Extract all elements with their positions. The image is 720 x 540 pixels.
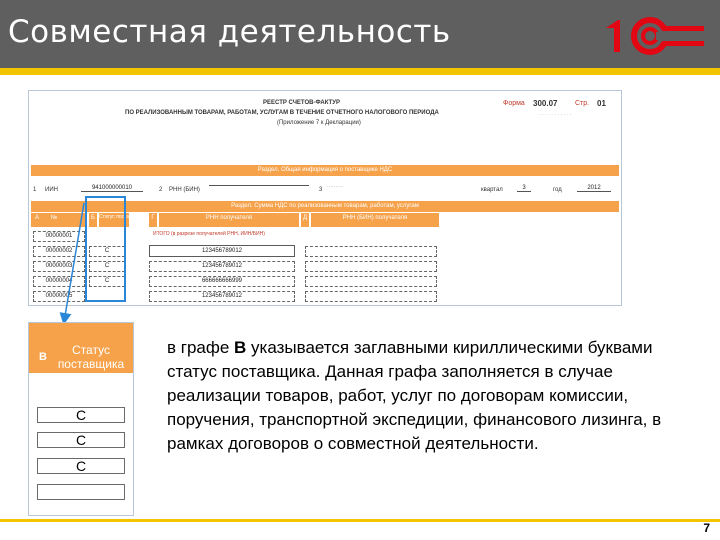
form-title-line3: (Приложение 7 к Декларации): [277, 120, 361, 126]
highlight-frame: [85, 196, 126, 302]
row1-year: 2012: [577, 185, 611, 192]
form-note: · · · · · · · · · · ·: [539, 112, 572, 118]
page-value: 01: [597, 99, 606, 108]
row1-hint: ··········: [327, 184, 344, 190]
col-g-label: РНН получателя: [159, 213, 299, 227]
zoom-cell-2: С: [37, 432, 125, 448]
row-num-5: 00000005: [45, 293, 73, 299]
row1-inn-label: ИИН: [45, 187, 58, 193]
description-prefix: в графе: [167, 338, 235, 357]
row-d-box-3: [305, 261, 437, 272]
row-rnn-2: 123456789012: [201, 248, 243, 254]
row-num-3: 00000003: [45, 263, 73, 269]
zoom-cell-1: С: [37, 407, 125, 423]
description-column-letter: В: [234, 338, 247, 357]
form-label: Форма: [503, 100, 525, 107]
row1-reg-value: [209, 185, 309, 186]
form-title-line2: ПО РЕАЛИЗОВАННЫМ ТОВАРАМ, РАБОТАМ, УСЛУГ…: [125, 110, 439, 116]
row-num-1: 00000001: [45, 233, 73, 239]
col-d-letter: Д: [301, 213, 309, 227]
accent-bar: [0, 68, 720, 75]
section-general-header: Раздел. Общая информация о поставщике НД…: [31, 165, 619, 176]
zoom-column-letter: В: [39, 351, 47, 363]
col-d-label: РНН (БИН) получателя: [311, 213, 439, 227]
zoom-cell-3: С: [37, 458, 125, 474]
row1-num1: 1: [33, 187, 37, 193]
row-rnn-5: 123456789012: [201, 293, 243, 299]
page-number: 7: [703, 521, 710, 535]
col-a-label: №: [50, 215, 58, 221]
row1-num3: 3: [319, 187, 323, 193]
zoom-column-title: Статус поставщика: [57, 343, 125, 371]
row-num-4: 00000004: [45, 278, 73, 284]
row-num-2: 00000002: [45, 248, 73, 254]
row1-inn-value: 941000000010: [81, 185, 143, 192]
col-a-letter: А: [35, 215, 40, 221]
slide-title: Совместная деятельность: [8, 14, 451, 50]
description-text: в графе В указывается заглавными кирилли…: [167, 336, 677, 456]
row1-num2: 2: [159, 187, 163, 193]
footer-line: [0, 519, 720, 522]
row-rnn-4: 666666666999: [201, 278, 243, 284]
zoom-header: В Статус поставщика: [29, 323, 133, 373]
row1-year-label: год: [553, 187, 562, 193]
form-note-text: ИТОГО (в разрезе получателей РНН, ИИН/БИ…: [153, 231, 265, 237]
row-rnn-3: 123456789012: [201, 263, 243, 269]
slide-header: Совместная деятельность: [0, 0, 720, 68]
1c-logo: [600, 12, 710, 56]
form-title-line1: РЕЕСТР СЧЕТОВ-ФАКТУР: [263, 100, 340, 106]
row-d-box-2: [305, 246, 437, 257]
zoom-cell-4: [37, 484, 125, 500]
row1-period-label: квартал: [481, 187, 503, 193]
row-d-box-4: [305, 276, 437, 287]
row1-reg-label: РНН (БИН): [169, 187, 200, 193]
col-a-header: А №: [31, 213, 87, 227]
status-column-zoom: В Статус поставщика С С С: [28, 322, 134, 516]
row-d-box-5: [305, 291, 437, 302]
page-label: Стр.: [575, 100, 590, 107]
form-number: 300.07: [533, 99, 558, 108]
col-g-letter: Г: [149, 213, 157, 227]
row1-quarter: 3: [517, 185, 531, 192]
